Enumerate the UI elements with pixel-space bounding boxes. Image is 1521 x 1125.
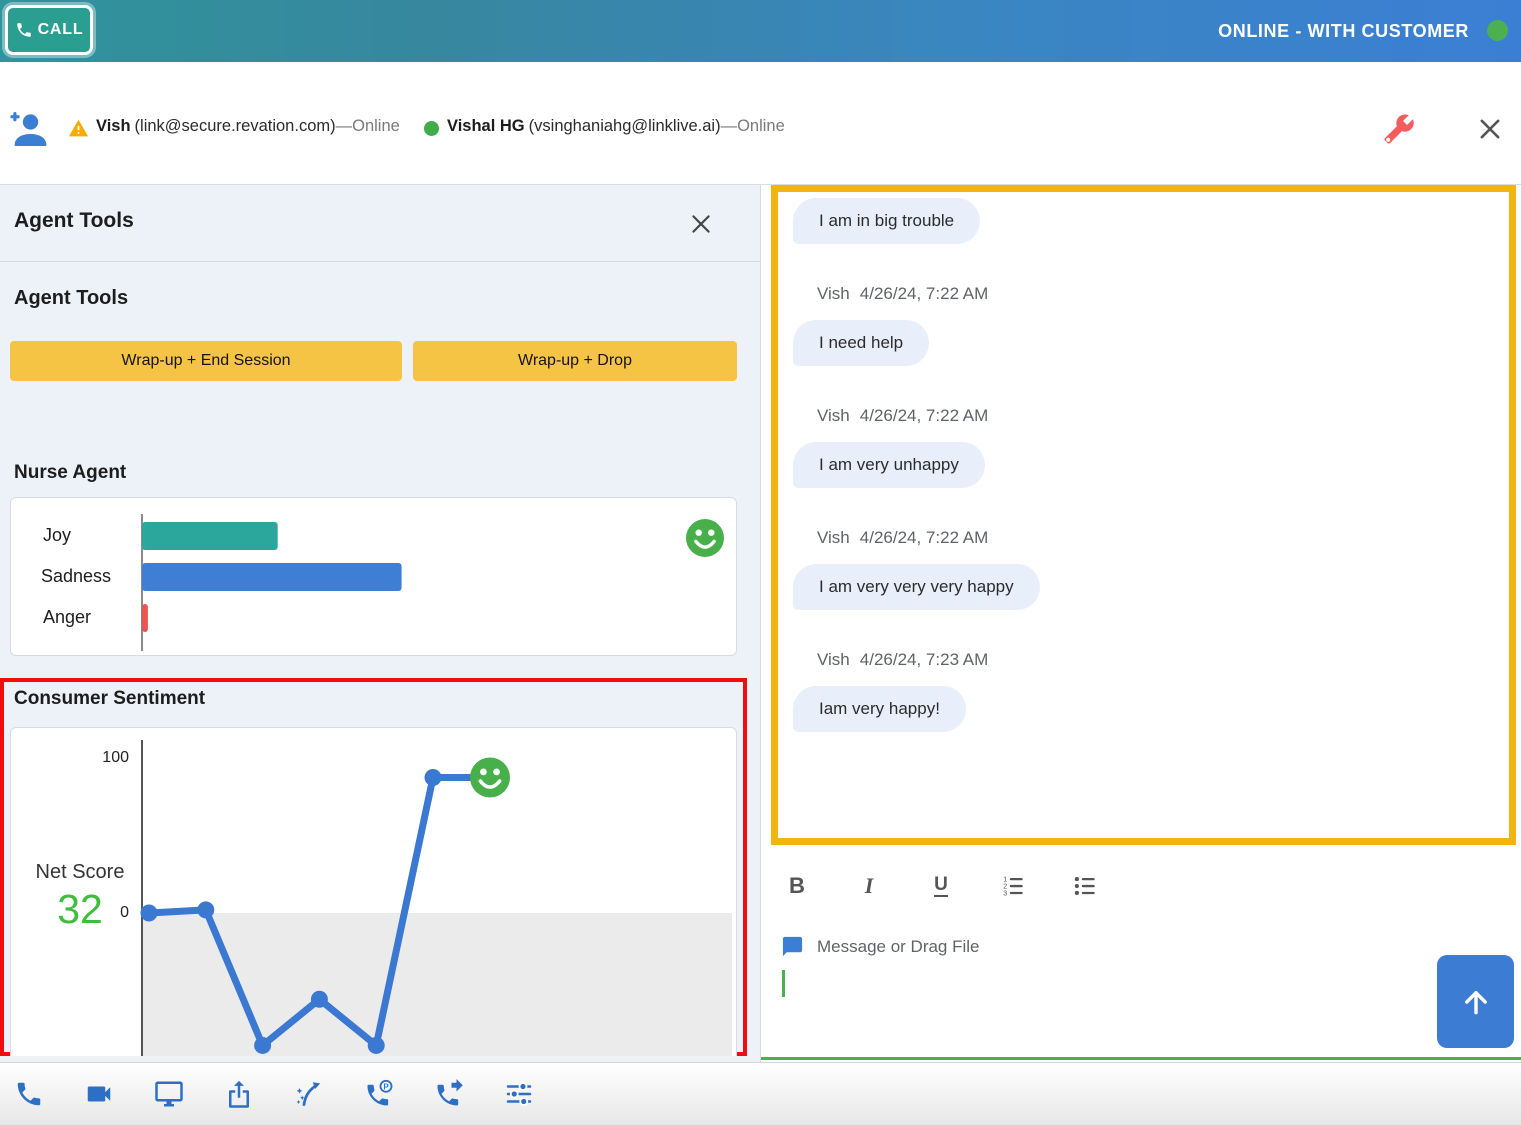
numbered-list-button[interactable]: 123	[999, 871, 1027, 901]
agent-status: —Online	[336, 117, 400, 135]
message-group: Vish 4/26/24, 7:22 AM I am very very very…	[793, 528, 1509, 610]
online-status-dot	[1487, 20, 1508, 41]
participants-row: Vish(link@secure.revation.com)—Online Vi…	[0, 62, 1521, 184]
send-arrow-icon	[1459, 985, 1493, 1019]
chat-panel: I am in big trouble Vish 4/26/24, 7:22 AM…	[761, 185, 1521, 1062]
happy-smiley-icon	[686, 519, 724, 557]
message-group: Vish 4/26/24, 7:23 AM Iam very happy!	[793, 650, 1509, 732]
bar-label-joy: Joy	[43, 521, 71, 549]
chat-message-bubble: I am very very very happy	[793, 564, 1040, 610]
settings-sliders-icon[interactable]	[496, 1071, 542, 1117]
message-timestamp: 4/26/24, 7:22 AM	[860, 528, 989, 547]
phone-icon[interactable]	[6, 1071, 52, 1117]
message-group: Vish 4/26/24, 7:22 AM I am very unhappy	[793, 406, 1509, 488]
message-timestamp: 4/26/24, 7:23 AM	[860, 650, 989, 669]
phone-park-icon[interactable]: P	[356, 1071, 402, 1117]
agent-address: (link@secure.revation.com)	[135, 117, 336, 135]
wrench-icon[interactable]	[1383, 113, 1415, 145]
svg-text:3: 3	[1003, 891, 1007, 898]
net-score-label: Net Score	[25, 861, 135, 884]
close-panel-icon[interactable]	[688, 211, 714, 237]
add-person-icon[interactable]	[8, 110, 48, 150]
bulleted-list-button[interactable]	[1071, 871, 1099, 901]
message-header: Vish 4/26/24, 7:22 AM	[817, 406, 1509, 428]
call-button-label: CALL	[38, 21, 84, 39]
chat-message-bubble: Iam very happy!	[793, 686, 966, 732]
customer-online-dot	[424, 121, 439, 136]
underline-button[interactable]: U	[934, 875, 948, 897]
message-timestamp: 4/26/24, 7:22 AM	[860, 284, 989, 303]
agent-tools-header: Agent Tools	[0, 185, 760, 262]
bar-label-sadness: Sadness	[41, 562, 111, 590]
message-sender: Vish	[817, 406, 850, 425]
app-window: CALL ONLINE - WITH CUSTOMER Vish(link@se…	[0, 0, 1521, 1125]
share-file-icon[interactable]	[216, 1071, 262, 1117]
bar-label-anger: Anger	[43, 603, 91, 631]
message-header: Vish 4/26/24, 7:23 AM	[817, 650, 1509, 672]
wrap-up-drop-button[interactable]: Wrap-up + Drop	[413, 341, 737, 381]
italic-button[interactable]: I	[855, 871, 883, 901]
consumer-sentiment-title: Consumer Sentiment	[14, 688, 205, 710]
session-status-text: ONLINE - WITH CUSTOMER	[1218, 0, 1469, 62]
agent-identity: Vish(link@secure.revation.com)—Online	[96, 117, 400, 136]
warning-icon	[68, 118, 89, 139]
message-placeholder: Message or Drag File	[817, 937, 980, 957]
chat-message-bubble: I am in big trouble	[793, 198, 980, 244]
screen-share-icon[interactable]	[146, 1071, 192, 1117]
text-cursor	[782, 970, 785, 997]
top-status-bar: CALL ONLINE - WITH CUSTOMER	[0, 0, 1521, 62]
consumer-sentiment-highlight: Consumer Sentiment 100 0 Net Score 32	[0, 678, 747, 1056]
customer-identity: Vishal HG(vsinghaniahg@linklive.ai)—Onli…	[447, 117, 785, 136]
bold-button[interactable]: B	[783, 871, 811, 901]
message-header: Vish 4/26/24, 7:22 AM	[817, 528, 1509, 550]
call-button[interactable]: CALL	[5, 5, 93, 55]
nurse-agent-title: Nurse Agent	[14, 462, 126, 484]
composer-divider	[761, 1057, 1521, 1060]
format-toolbar: B I U 123	[783, 871, 1099, 901]
ai-boost-icon[interactable]	[286, 1071, 332, 1117]
consumer-sentiment-chart-card: 100 0 Net Score 32	[10, 727, 737, 1056]
phone-icon	[15, 21, 33, 39]
nurse-agent-chart-card: Joy Sadness Anger	[10, 497, 737, 656]
phone-transfer-icon[interactable]	[426, 1071, 472, 1117]
message-sender: Vish	[817, 528, 850, 547]
net-score-value: 32	[25, 886, 135, 933]
agent-tools-panel-title: Agent Tools	[14, 209, 134, 233]
chat-message-bubble: I need help	[793, 320, 929, 366]
agent-tools-panel: Agent Tools Agent Tools Wrap-up + End Se…	[0, 185, 760, 1062]
customer-address: (vsinghaniahg@linklive.ai)	[529, 117, 721, 135]
ytick-100: 100	[69, 749, 129, 767]
message-timestamp: 4/26/24, 7:22 AM	[860, 406, 989, 425]
svg-text:P: P	[383, 1082, 389, 1091]
video-icon[interactable]	[76, 1071, 122, 1117]
nurse-agent-bar-chart	[11, 498, 737, 656]
agent-tools-section-title: Agent Tools	[14, 287, 128, 310]
call-controls-toolbar: P	[0, 1062, 1521, 1125]
chat-message-bubble: I am very unhappy	[793, 442, 985, 488]
message-sender: Vish	[817, 284, 850, 303]
agent-name: Vish	[96, 117, 131, 135]
chat-transcript: I am in big trouble Vish 4/26/24, 7:22 AM…	[771, 185, 1516, 845]
message-group: I am in big trouble	[793, 198, 1509, 244]
chat-bubble-icon	[781, 935, 804, 958]
wrap-up-end-session-button[interactable]: Wrap-up + End Session	[10, 341, 402, 381]
message-group: Vish 4/26/24, 7:22 AM I need help	[793, 284, 1509, 366]
happy-smiley-icon	[470, 757, 510, 797]
customer-name: Vishal HG	[447, 117, 525, 135]
customer-status: —Online	[721, 117, 785, 135]
message-header: Vish 4/26/24, 7:22 AM	[817, 284, 1509, 306]
close-session-icon[interactable]	[1476, 115, 1504, 143]
send-button[interactable]	[1437, 955, 1514, 1048]
message-list: I am in big trouble Vish 4/26/24, 7:22 AM…	[778, 192, 1509, 732]
message-input[interactable]: Message or Drag File	[781, 935, 980, 958]
message-sender: Vish	[817, 650, 850, 669]
